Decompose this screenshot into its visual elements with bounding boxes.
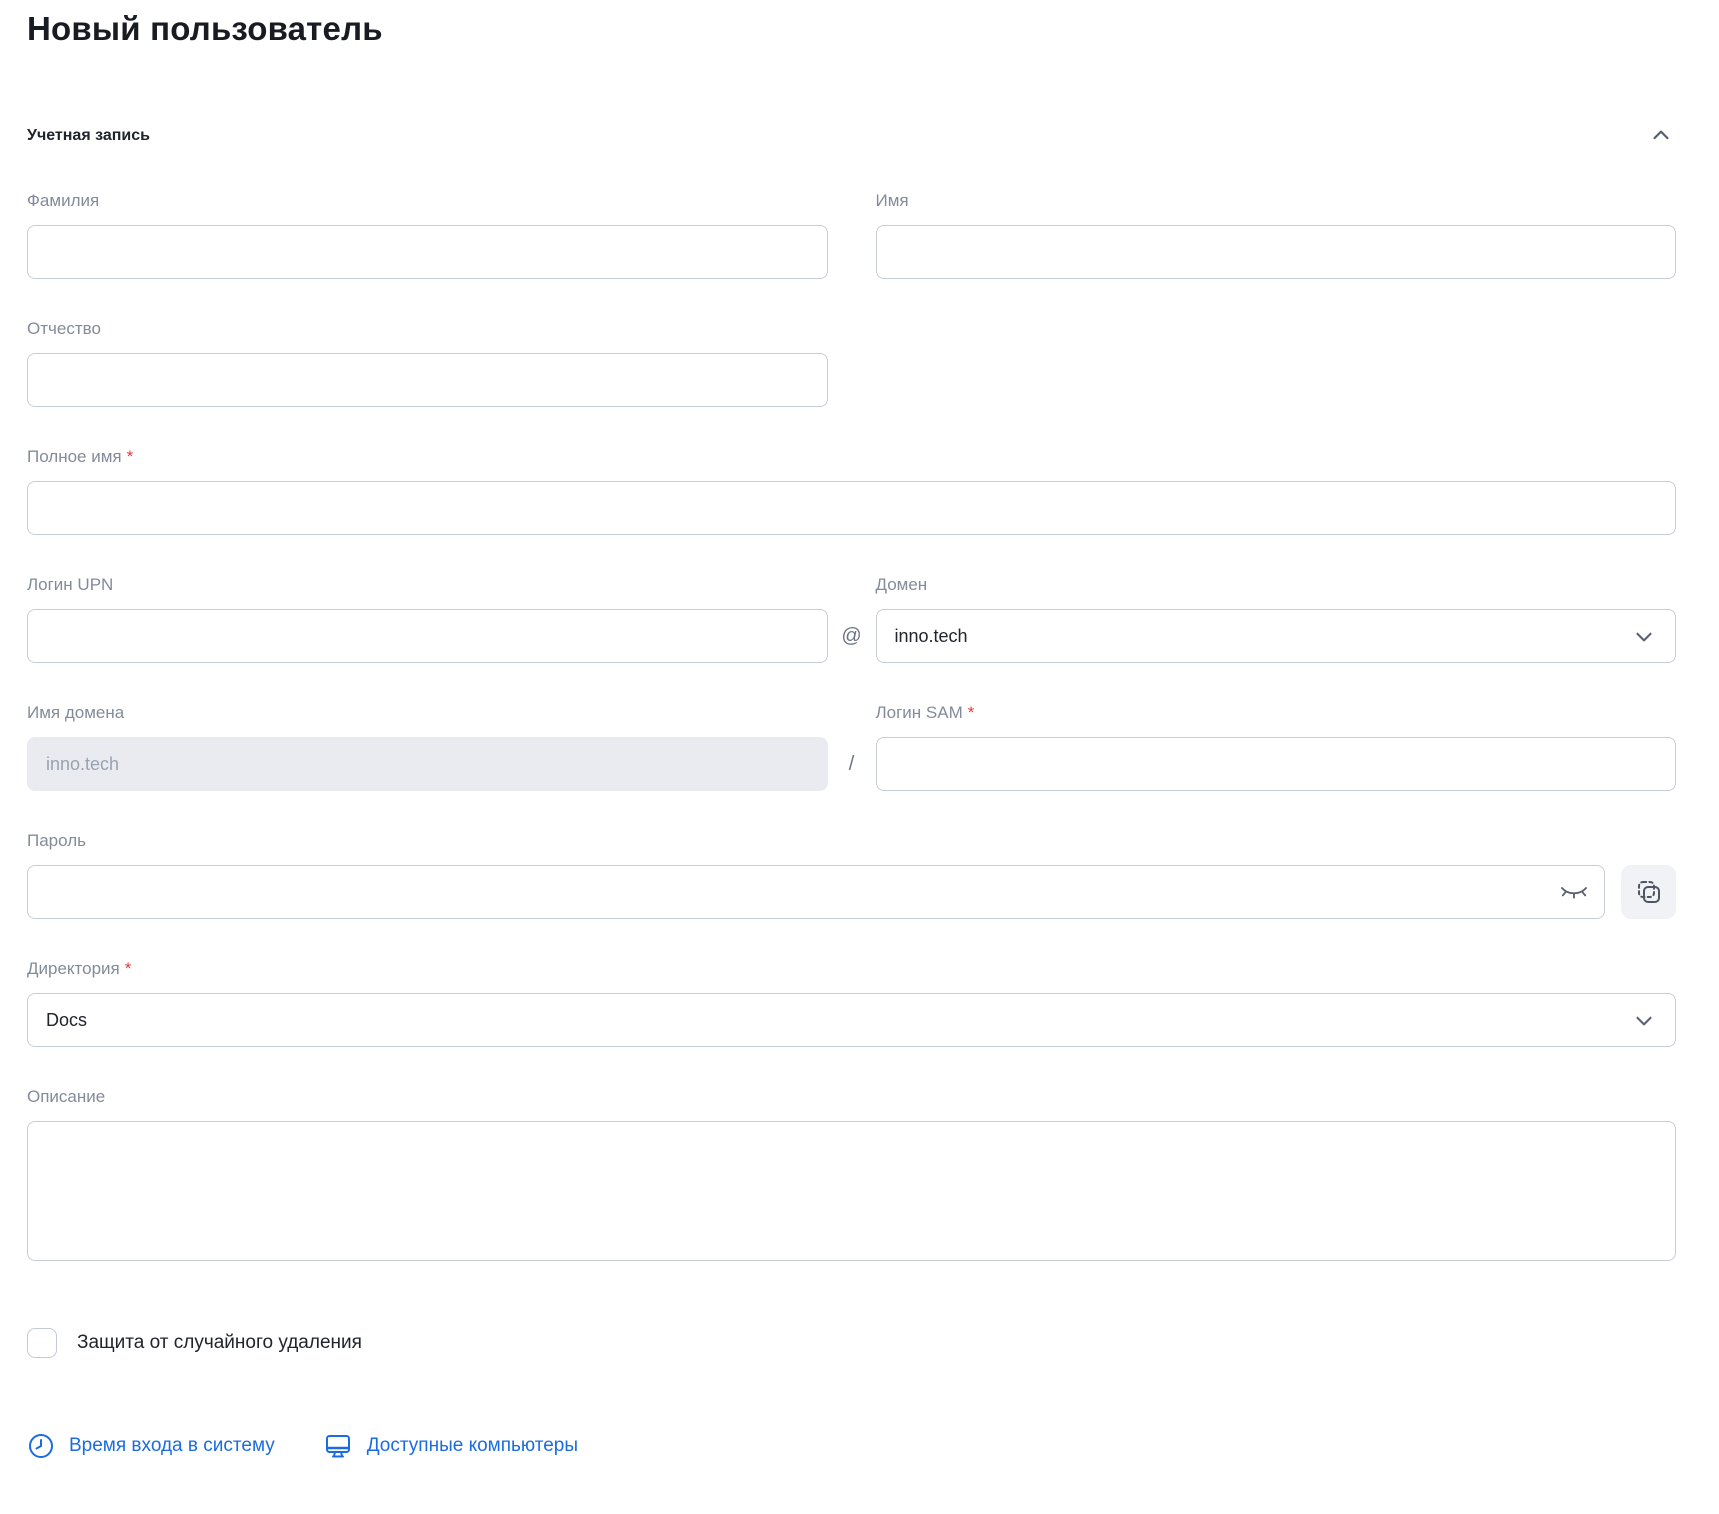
name-row: Фамилия Имя: [27, 189, 1676, 279]
first-name-label: Имя: [876, 191, 909, 210]
required-asterisk: *: [125, 959, 132, 978]
deletion-protection-label: Защита от случайного удаления: [77, 1332, 362, 1354]
eye-closed-icon: [1559, 881, 1589, 903]
upn-domain-row: Логин UPN @ Домен inno.tech: [27, 573, 1676, 663]
domain-name-field: Имя домена: [27, 701, 828, 791]
chevron-up-icon: [1648, 123, 1674, 149]
upn-login-label: Логин UPN: [27, 575, 113, 594]
page-title: Новый пользователь: [27, 8, 1676, 49]
required-asterisk: *: [127, 447, 134, 466]
account-section-header: Учетная запись: [27, 121, 1676, 151]
clock-icon: [27, 1432, 55, 1460]
last-name-label: Фамилия: [27, 191, 99, 210]
directory-label: Директория: [27, 959, 120, 978]
at-separator: @: [828, 609, 876, 663]
directory-select[interactable]: Docs: [27, 993, 1676, 1047]
directory-row: Директория * Docs: [27, 957, 1676, 1047]
middle-name-input[interactable]: [27, 353, 828, 407]
description-label: Описание: [27, 1087, 105, 1106]
last-name-input[interactable]: [27, 225, 828, 279]
password-copy-button[interactable]: [1621, 865, 1676, 919]
domain-label: Домен: [876, 575, 928, 594]
description-row: Описание: [27, 1085, 1676, 1266]
domain-select-value: inno.tech: [895, 626, 968, 647]
chevron-down-icon: [1631, 1007, 1657, 1033]
sam-login-label: Логин SAM: [876, 703, 963, 722]
logon-time-label: Время входа в систему: [69, 1432, 275, 1460]
domain-select[interactable]: inno.tech: [876, 609, 1677, 663]
account-section-title: Учетная запись: [27, 124, 150, 148]
domain-field: Домен inno.tech: [876, 573, 1677, 663]
chevron-down-icon: [1631, 623, 1657, 649]
first-name-input[interactable]: [876, 225, 1677, 279]
full-name-row: Полное имя *: [27, 445, 1676, 535]
column-gap: [828, 225, 876, 279]
full-name-label: Полное имя: [27, 447, 122, 466]
description-textarea[interactable]: [27, 1121, 1676, 1261]
required-asterisk: *: [968, 703, 975, 722]
full-name-input[interactable]: [27, 481, 1676, 535]
middle-name-label: Отчество: [27, 319, 101, 338]
domain-name-sam-row: Имя домена / Логин SAM *: [27, 701, 1676, 791]
password-visibility-button[interactable]: [1559, 881, 1589, 903]
footer-links: Время входа в систему Доступные компьюте…: [27, 1432, 1676, 1460]
slash-separator: /: [828, 737, 876, 791]
deletion-protection-checkbox[interactable]: [27, 1328, 57, 1358]
last-name-field: Фамилия: [27, 189, 828, 279]
first-name-field: Имя: [876, 189, 1677, 279]
password-label: Пароль: [27, 831, 86, 850]
upn-login-input[interactable]: [27, 609, 828, 663]
directory-select-value: Docs: [46, 1010, 87, 1031]
sam-login-input[interactable]: [876, 737, 1677, 791]
upn-login-field: Логин UPN: [27, 573, 828, 663]
domain-name-label: Имя домена: [27, 703, 124, 722]
available-computers-label: Доступные компьютеры: [367, 1432, 578, 1460]
middle-name-row: Отчество: [27, 317, 1676, 407]
domain-name-input: [27, 737, 828, 791]
middle-name-field: Отчество: [27, 317, 828, 407]
logon-time-link[interactable]: Время входа в систему: [27, 1432, 275, 1460]
monitor-icon: [323, 1432, 353, 1460]
password-row: Пароль: [27, 829, 1676, 919]
copy-icon: [1635, 878, 1663, 906]
sam-login-field: Логин SAM *: [876, 701, 1677, 791]
section-collapse-button[interactable]: [1646, 121, 1676, 151]
password-input[interactable]: [27, 865, 1605, 919]
deletion-protection-row: Защита от случайного удаления: [27, 1328, 1676, 1358]
available-computers-link[interactable]: Доступные компьютеры: [323, 1432, 578, 1460]
